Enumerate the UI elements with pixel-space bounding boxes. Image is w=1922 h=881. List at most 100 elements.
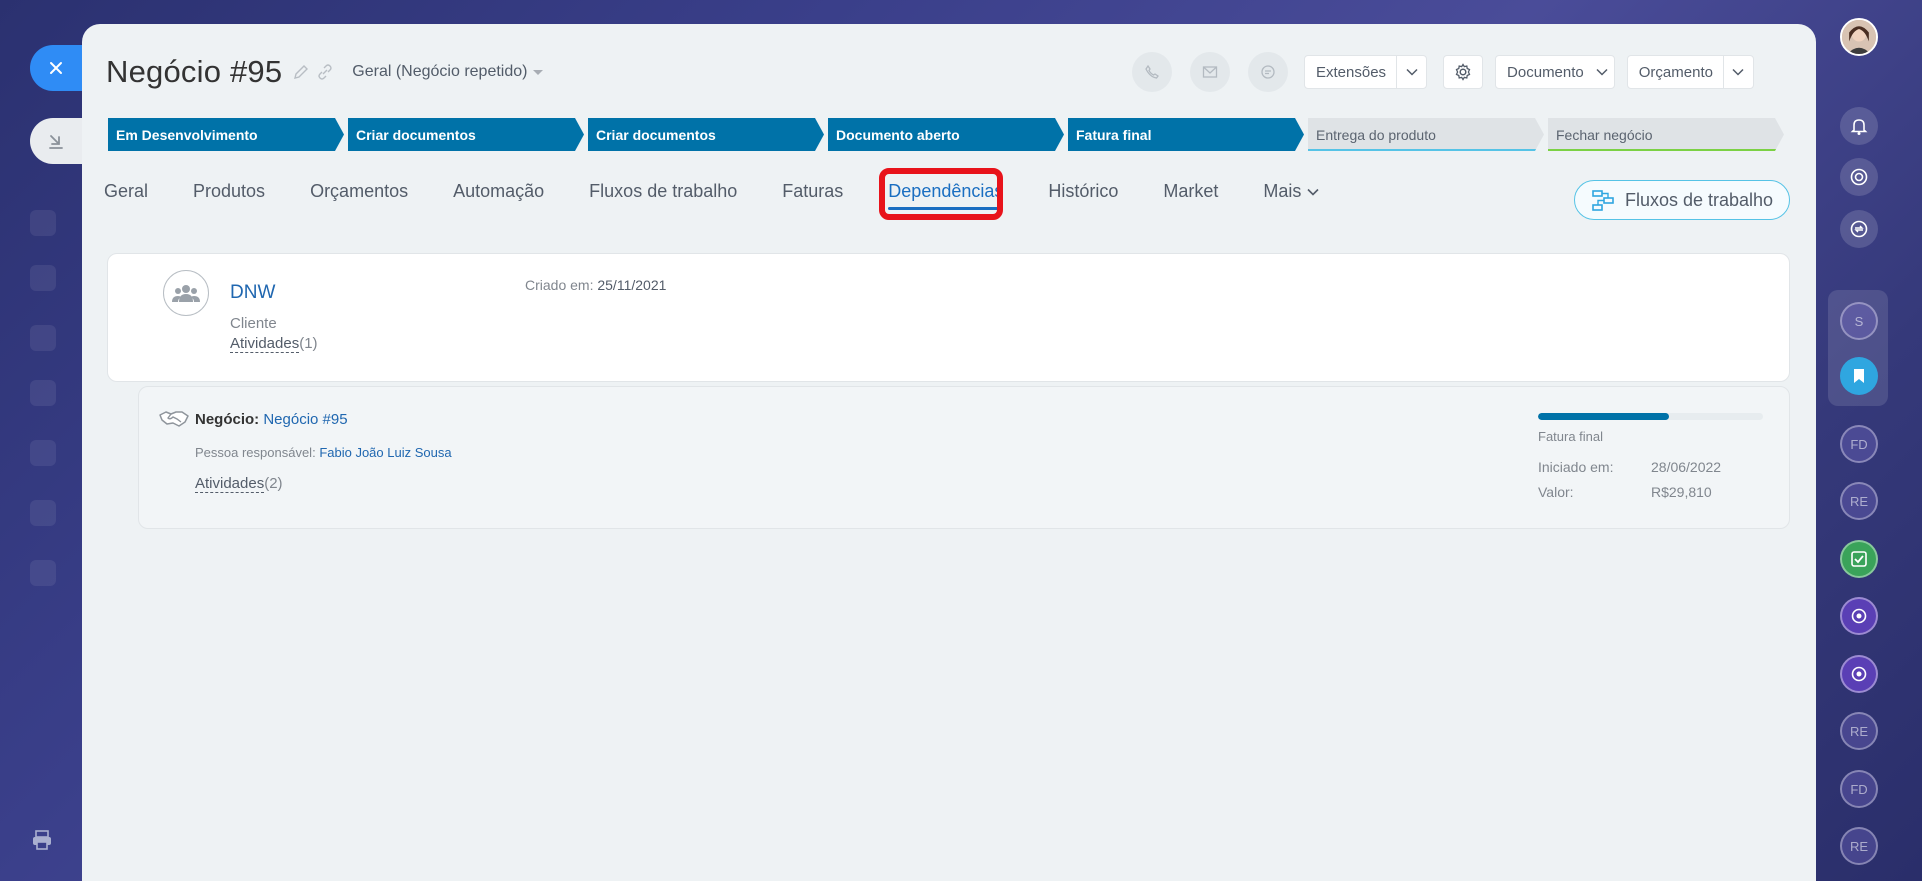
tab-general[interactable]: Geral bbox=[104, 181, 148, 202]
workflow-icon bbox=[1592, 190, 1614, 211]
chat-icon bbox=[1851, 666, 1867, 682]
tab-market[interactable]: Market bbox=[1163, 181, 1218, 202]
rail-avatar[interactable]: RE bbox=[1840, 482, 1878, 520]
message-icon bbox=[1261, 65, 1275, 79]
tab-automation[interactable]: Automação bbox=[453, 181, 544, 202]
amount-label: Valor: bbox=[1538, 484, 1574, 500]
close-button[interactable] bbox=[30, 45, 82, 91]
amount-row: Valor: R$29,810 bbox=[1538, 484, 1712, 500]
rail-avatar[interactable]: FD bbox=[1840, 770, 1878, 808]
tab-quotes[interactable]: Orçamentos bbox=[310, 181, 408, 202]
background-icon bbox=[30, 560, 56, 586]
background-icon bbox=[30, 325, 56, 351]
extensions-button[interactable]: Extensões bbox=[1304, 55, 1428, 89]
close-icon bbox=[50, 62, 62, 74]
document-button[interactable]: Documento bbox=[1495, 55, 1615, 89]
deal-stage-name: Fatura final bbox=[1538, 429, 1604, 444]
openline-button[interactable] bbox=[1840, 597, 1878, 635]
chat-icon bbox=[1851, 608, 1867, 624]
category-selector[interactable]: Geral (Negócio repetido) bbox=[352, 63, 544, 81]
deal-link[interactable]: Negócio #95 bbox=[263, 411, 347, 428]
activities-link[interactable]: Atividades bbox=[230, 335, 300, 353]
call-button[interactable] bbox=[1132, 52, 1172, 92]
deal-panel: Negócio #95 Geral (Negócio repetido) Ext… bbox=[82, 24, 1816, 881]
activities-link[interactable]: Atividades bbox=[195, 475, 265, 493]
started-value: 28/06/2022 bbox=[1651, 459, 1722, 475]
document-label: Documento bbox=[1507, 63, 1584, 81]
checkbox-icon bbox=[1851, 551, 1867, 567]
stage-item[interactable]: Fechar negócio bbox=[1548, 118, 1784, 151]
stage-progress-bar bbox=[1538, 413, 1763, 420]
stage-bar: Em Desenvolvimento Criar documentos Cria… bbox=[108, 118, 1788, 151]
tab-workflows[interactable]: Fluxos de trabalho bbox=[589, 181, 737, 202]
quote-button[interactable]: Orçamento bbox=[1626, 55, 1754, 89]
deal-title: Negócio: Negócio #95 bbox=[195, 411, 348, 428]
stage-item[interactable]: Criar documentos bbox=[348, 118, 584, 151]
tasks-button[interactable] bbox=[1840, 540, 1878, 578]
tab-history[interactable]: Histórico bbox=[1048, 181, 1118, 202]
bookmark-button[interactable] bbox=[1840, 357, 1878, 395]
page-title: Negócio #95 bbox=[106, 54, 283, 89]
chevron-down-icon[interactable] bbox=[1396, 56, 1426, 88]
print-button[interactable] bbox=[30, 828, 54, 852]
openline-button[interactable] bbox=[1840, 655, 1878, 693]
bookmark-icon bbox=[1854, 369, 1864, 383]
tab-bar: Geral Produtos Orçamentos Automação Flux… bbox=[104, 166, 1364, 216]
settings-button[interactable] bbox=[1443, 55, 1484, 89]
envelope-icon bbox=[1202, 66, 1218, 78]
background-icon bbox=[30, 210, 56, 236]
chat-button[interactable] bbox=[1248, 52, 1288, 92]
workflows-button[interactable]: Fluxos de trabalho bbox=[1574, 180, 1790, 220]
pencil-icon[interactable] bbox=[292, 63, 310, 81]
chevron-down-icon bbox=[1590, 56, 1614, 88]
stage-item[interactable]: Entrega do produto bbox=[1308, 118, 1544, 151]
amount-value: R$29,810 bbox=[1651, 484, 1712, 500]
deal-label: Negócio: bbox=[195, 411, 260, 428]
tab-more[interactable]: Mais bbox=[1263, 180, 1320, 202]
background-icon bbox=[30, 500, 56, 526]
target-icon bbox=[1850, 168, 1868, 186]
link-icon[interactable] bbox=[316, 63, 334, 81]
gear-icon bbox=[1455, 63, 1471, 81]
client-name-link[interactable]: DNW bbox=[230, 282, 275, 304]
arrow-down-right-icon bbox=[49, 135, 63, 149]
tab-products[interactable]: Produtos bbox=[193, 181, 265, 202]
target-button[interactable] bbox=[1840, 158, 1878, 196]
user-avatar[interactable] bbox=[1840, 18, 1878, 56]
printer-icon bbox=[33, 830, 51, 850]
highlight-annotation bbox=[879, 168, 1003, 220]
category-label: Geral (Negócio repetido) bbox=[352, 63, 528, 80]
created-value: 25/11/2021 bbox=[597, 277, 667, 293]
background-icon bbox=[30, 265, 56, 291]
client-type: Cliente bbox=[230, 315, 277, 332]
stage-item[interactable]: Em Desenvolvimento bbox=[108, 118, 344, 151]
rail-avatar[interactable]: RE bbox=[1840, 712, 1878, 750]
rail-avatar[interactable]: FD bbox=[1840, 425, 1878, 463]
background-icon bbox=[30, 440, 56, 466]
quote-label: Orçamento bbox=[1638, 63, 1713, 81]
sync-button[interactable] bbox=[1840, 210, 1878, 248]
deal-activities: Atividades(2) bbox=[195, 475, 283, 493]
notifications-button[interactable] bbox=[1840, 107, 1878, 145]
rail-avatar[interactable]: S bbox=[1840, 302, 1878, 340]
caret-down-icon bbox=[533, 69, 544, 75]
chevron-down-icon bbox=[1307, 188, 1320, 196]
email-button[interactable] bbox=[1190, 52, 1230, 92]
handshake-icon bbox=[159, 411, 189, 427]
workflows-button-label: Fluxos de trabalho bbox=[1624, 189, 1774, 210]
stage-item[interactable]: Fatura final bbox=[1068, 118, 1304, 151]
extensions-label: Extensões bbox=[1316, 63, 1387, 81]
minimize-button[interactable] bbox=[30, 118, 82, 164]
tab-invoices[interactable]: Faturas bbox=[782, 181, 843, 202]
client-card: DNW Cliente Atividades(1) Criado em: 25/… bbox=[107, 253, 1790, 382]
responsible-link[interactable]: Fabio João Luiz Sousa bbox=[319, 445, 451, 460]
background-icon bbox=[30, 380, 56, 406]
phone-icon bbox=[1145, 64, 1159, 79]
chevron-down-icon[interactable] bbox=[1722, 56, 1753, 88]
tab-more-label: Mais bbox=[1263, 180, 1302, 201]
stage-item[interactable]: Criar documentos bbox=[588, 118, 824, 151]
stage-item[interactable]: Documento aberto bbox=[828, 118, 1064, 151]
company-avatar bbox=[163, 270, 209, 316]
refresh-icon bbox=[1850, 220, 1868, 238]
rail-avatar[interactable]: RE bbox=[1840, 827, 1878, 865]
